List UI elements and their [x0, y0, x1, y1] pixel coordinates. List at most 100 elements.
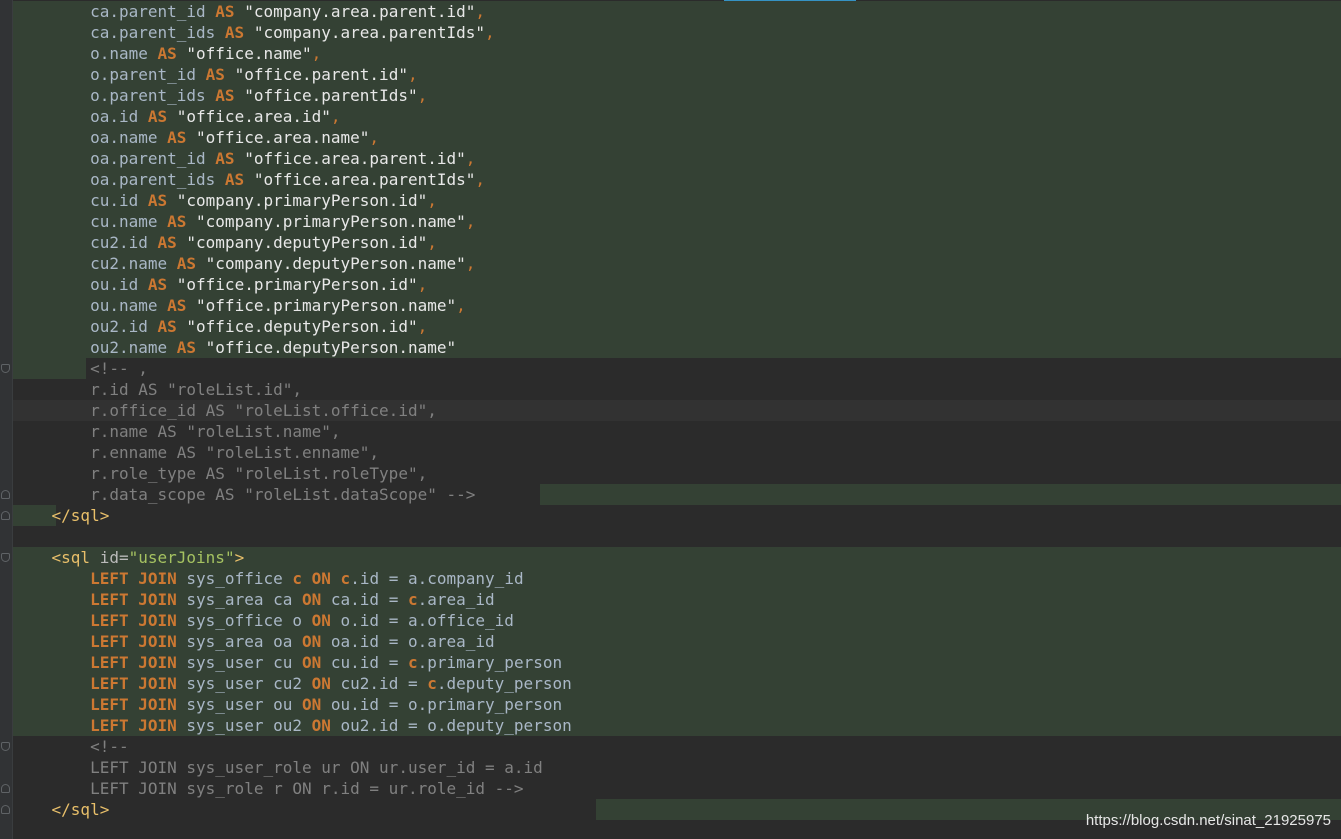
code-line[interactable]: LEFT JOIN sys_role r ON r.id = ur.role_i…: [13, 778, 1341, 799]
token-kw: AS: [215, 149, 235, 168]
token-id: sys_user cu2: [176, 674, 312, 693]
token-kw: LEFT JOIN: [90, 653, 177, 672]
code-line[interactable]: [13, 526, 1341, 547]
code-line[interactable]: oa.name AS "office.area.name",: [13, 127, 1341, 148]
fold-gutter: [0, 0, 12, 839]
code-line[interactable]: LEFT JOIN sys_user ou2 ON ou2.id = o.dep…: [13, 715, 1341, 736]
code-line[interactable]: oa.parent_ids AS "office.area.parentIds"…: [13, 169, 1341, 190]
token-id: [331, 569, 341, 588]
code-line[interactable]: oa.id AS "office.area.id",: [13, 106, 1341, 127]
token-id: [177, 317, 187, 336]
code-line[interactable]: r.name AS "roleList.name",: [13, 421, 1341, 442]
token-id: o.name: [13, 44, 158, 63]
fold-open-icon[interactable]: [1, 553, 10, 562]
token-kw: AS: [176, 338, 197, 357]
code-line[interactable]: cu.id AS "company.primaryPerson.id",: [13, 190, 1341, 211]
code-line[interactable]: cu.name AS "company.primaryPerson.name",: [13, 211, 1341, 232]
token-id: [13, 800, 52, 819]
code-line[interactable]: LEFT JOIN sys_office c ON c.id = a.compa…: [13, 568, 1341, 589]
fold-close-icon[interactable]: [1, 784, 10, 793]
token-comma: ,: [456, 296, 466, 315]
code-line[interactable]: o.name AS "office.name",: [13, 43, 1341, 64]
code-line[interactable]: LEFT JOIN sys_user cu2 ON cu2.id = c.dep…: [13, 673, 1341, 694]
token-kw: ON: [311, 611, 331, 630]
token-id: sys_area oa: [176, 632, 302, 651]
token-id: [167, 275, 177, 294]
token-str: "office.area.parentIds": [253, 170, 476, 189]
code-line[interactable]: o.parent_id AS "office.parent.id",: [13, 64, 1341, 85]
code-line[interactable]: LEFT JOIN sys_user cu ON cu.id = c.prima…: [13, 652, 1341, 673]
code-line[interactable]: <!-- ,: [13, 358, 1341, 379]
code-text: LEFT JOIN sys_user ou2 ON ou2.id = o.dep…: [13, 716, 572, 735]
fold-open-icon[interactable]: [1, 742, 10, 751]
code-line[interactable]: ou.id AS "office.primaryPerson.id",: [13, 274, 1341, 295]
code-line[interactable]: ca.parent_id AS "company.area.parent.id"…: [13, 1, 1341, 22]
token-id: [186, 212, 196, 231]
code-text: <sql id="userJoins">: [13, 548, 245, 567]
code-line[interactable]: LEFT JOIN sys_area ca ON ca.id = c.area_…: [13, 589, 1341, 610]
token-id: sys_user ou: [176, 695, 302, 714]
code-line[interactable]: LEFT JOIN sys_area oa ON oa.id = o.area_…: [13, 631, 1341, 652]
token-kw: c: [292, 569, 302, 588]
token-kw: ON: [302, 632, 322, 651]
token-str: "office.deputyPerson.name": [205, 338, 457, 357]
token-id: o.parent_ids: [13, 86, 216, 105]
token-id: .primary_person: [417, 653, 563, 672]
token-id: oa.id: [13, 107, 148, 126]
code-editor[interactable]: ca.parent_id AS "company.area.parent.id"…: [0, 0, 1341, 839]
token-comment: r.name AS "roleList.name",: [13, 422, 341, 441]
code-line[interactable]: ou2.id AS "office.deputyPerson.id",: [13, 316, 1341, 337]
code-text: r.role_type AS "roleList.roleType",: [13, 464, 427, 483]
token-id: [13, 590, 90, 609]
code-line[interactable]: LEFT JOIN sys_user_role ur ON ur.user_id…: [13, 757, 1341, 778]
fold-close-icon[interactable]: [1, 805, 10, 814]
code-line[interactable]: ou2.name AS "office.deputyPerson.name": [13, 337, 1341, 358]
code-line[interactable]: <!--: [13, 736, 1341, 757]
code-text: oa.parent_id AS "office.area.parent.id",: [13, 149, 475, 168]
code-text: LEFT JOIN sys_user ou ON ou.id = o.prima…: [13, 695, 562, 714]
fold-close-icon[interactable]: [1, 490, 10, 499]
code-line[interactable]: r.enname AS "roleList.enname",: [13, 442, 1341, 463]
code-text: <!-- ,: [13, 359, 148, 378]
token-comment: <!-- ,: [13, 359, 148, 378]
code-text: ca.parent_ids AS "company.area.parentIds…: [13, 23, 495, 42]
code-line[interactable]: o.parent_ids AS "office.parentIds",: [13, 85, 1341, 106]
token-kw: AS: [167, 212, 187, 231]
token-tag: >: [234, 548, 245, 567]
code-line[interactable]: LEFT JOIN sys_user ou ON ou.id = o.prima…: [13, 694, 1341, 715]
code-line[interactable]: oa.parent_id AS "office.area.parent.id",: [13, 148, 1341, 169]
token-kw: AS: [167, 296, 187, 315]
code-text: ou.name AS "office.primaryPerson.name",: [13, 296, 466, 315]
code-line[interactable]: <sql id="userJoins">: [13, 547, 1341, 568]
code-text: LEFT JOIN sys_area oa ON oa.id = o.area_…: [13, 632, 495, 651]
token-id: cu.id: [13, 191, 148, 210]
code-line[interactable]: r.role_type AS "roleList.roleType",: [13, 463, 1341, 484]
code-line[interactable]: cu2.name AS "company.deputyPerson.name",: [13, 253, 1341, 274]
code-line[interactable]: cu2.id AS "company.deputyPerson.id",: [13, 232, 1341, 253]
code-line[interactable]: ca.parent_ids AS "company.area.parentIds…: [13, 22, 1341, 43]
code-line[interactable]: </sql>: [13, 505, 1341, 526]
code-line[interactable]: r.data_scope AS "roleList.dataScope" -->: [13, 484, 1341, 505]
code-line[interactable]: r.id AS "roleList.id",: [13, 379, 1341, 400]
token-kw: c: [340, 569, 351, 588]
token-kw: AS: [215, 2, 235, 21]
code-text: r.office_id AS "roleList.office.id",: [13, 401, 437, 420]
code-text: cu2.name AS "company.deputyPerson.name",: [13, 254, 475, 273]
token-id: [13, 716, 90, 735]
token-str: "office.name": [186, 44, 312, 63]
code-line[interactable]: LEFT JOIN sys_office o ON o.id = a.offic…: [13, 610, 1341, 631]
fold-close-icon[interactable]: [1, 511, 10, 520]
token-kw: AS: [176, 254, 197, 273]
token-id: oa.id = o.area_id: [321, 632, 495, 651]
code-line[interactable]: ou.name AS "office.primaryPerson.name",: [13, 295, 1341, 316]
fold-open-icon[interactable]: [1, 364, 10, 373]
token-kw: LEFT JOIN: [90, 674, 177, 693]
token-id: [13, 695, 90, 714]
token-id: ou.id: [13, 275, 148, 294]
token-tag: <sql: [51, 548, 100, 567]
token-id: ou.name: [13, 296, 168, 315]
token-tag: </sql>: [51, 506, 110, 525]
code-line[interactable]: r.office_id AS "roleList.office.id",: [13, 400, 1341, 421]
token-id: ca.id =: [321, 590, 408, 609]
code-text: </sql>: [13, 800, 110, 819]
